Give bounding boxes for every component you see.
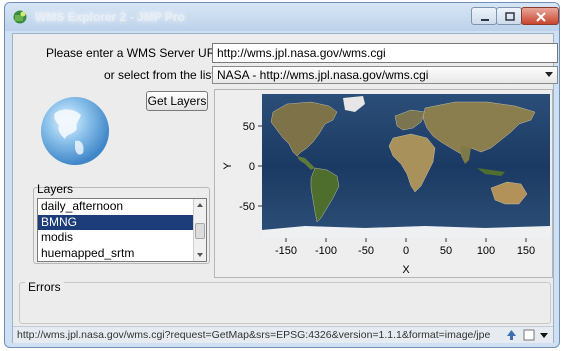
maximize-button[interactable] <box>496 7 522 25</box>
scroll-thumb[interactable] <box>195 223 205 239</box>
arrow-up-icon[interactable] <box>504 328 519 342</box>
x-tick-label: 50 <box>440 245 452 257</box>
title-bar[interactable]: WMS Explorer 2 - JMP Pro <box>5 3 559 31</box>
server-select-value: NASA - http://wms.jpl.nasa.gov/wms.cgi <box>217 68 429 82</box>
maximize-icon <box>505 12 515 21</box>
minimize-icon <box>481 19 489 21</box>
x-tick-label: -150 <box>275 245 297 257</box>
app-window: WMS Explorer 2 - JMP Pro Please enter a … <box>4 2 560 348</box>
url-input-value: http://wms.jpl.nasa.gov/wms.cgi <box>217 46 386 60</box>
window-title: WMS Explorer 2 - JMP Pro <box>35 10 185 24</box>
main-panel: Please enter a WMS Server URL: http://wm… <box>12 33 558 343</box>
server-select[interactable]: NASA - http://wms.jpl.nasa.gov/wms.cgi <box>212 66 558 84</box>
select-label: or select from the list: <box>104 68 219 82</box>
x-tick-label: -100 <box>315 245 337 257</box>
scroll-down-icon[interactable] <box>197 253 203 257</box>
errors-title: Errors <box>25 280 64 294</box>
close-button[interactable] <box>521 7 559 25</box>
minimize-button[interactable] <box>471 7 497 25</box>
x-tick-label: 0 <box>403 245 409 257</box>
layers-title: Layers <box>37 182 74 196</box>
scroll-up-icon[interactable] <box>197 203 203 207</box>
map-plot-svg: -150 -100 -50 0 50 100 150 50 0 -50 X Y <box>222 94 550 276</box>
status-bar: http://wms.jpl.nasa.gov/wms.cgi?request=… <box>13 326 553 343</box>
close-icon <box>536 12 546 22</box>
errors-group <box>19 282 551 324</box>
layer-item-selected[interactable]: BMNG <box>38 214 206 230</box>
land-antarctica <box>262 226 550 238</box>
status-url: http://wms.jpl.nasa.gov/wms.cgi?request=… <box>17 329 491 341</box>
app-icon <box>13 10 27 24</box>
layer-item[interactable]: huemapped_srtm <box>38 246 206 262</box>
layer-item[interactable]: daily_afternoon <box>38 199 206 215</box>
map-plot: -150 -100 -50 0 50 100 150 50 0 -50 X Y <box>214 89 553 278</box>
globe-icon <box>41 97 109 165</box>
url-label: Please enter a WMS Server URL: <box>46 46 226 60</box>
y-axis-label: Y <box>222 162 234 170</box>
x-tick-label: 100 <box>477 245 495 257</box>
x-tick-label: 150 <box>517 245 535 257</box>
y-tick-label: -50 <box>239 201 255 213</box>
checkbox-icon[interactable] <box>522 328 537 342</box>
dropdown-arrow-icon[interactable] <box>537 328 552 342</box>
y-tick-label: 0 <box>249 161 255 173</box>
x-tick-label: -50 <box>358 245 374 257</box>
y-tick-label: 50 <box>243 121 255 133</box>
get-layers-button[interactable]: Get Layers <box>146 91 208 111</box>
url-input[interactable]: http://wms.jpl.nasa.gov/wms.cgi <box>212 43 558 63</box>
layers-scrollbar[interactable] <box>193 199 206 261</box>
layers-list[interactable]: daily_afternoon BMNG modis huemapped_srt… <box>37 198 207 262</box>
chevron-down-icon[interactable] <box>545 72 553 77</box>
layer-item[interactable]: modis <box>38 230 206 246</box>
x-axis-label: X <box>402 264 410 276</box>
